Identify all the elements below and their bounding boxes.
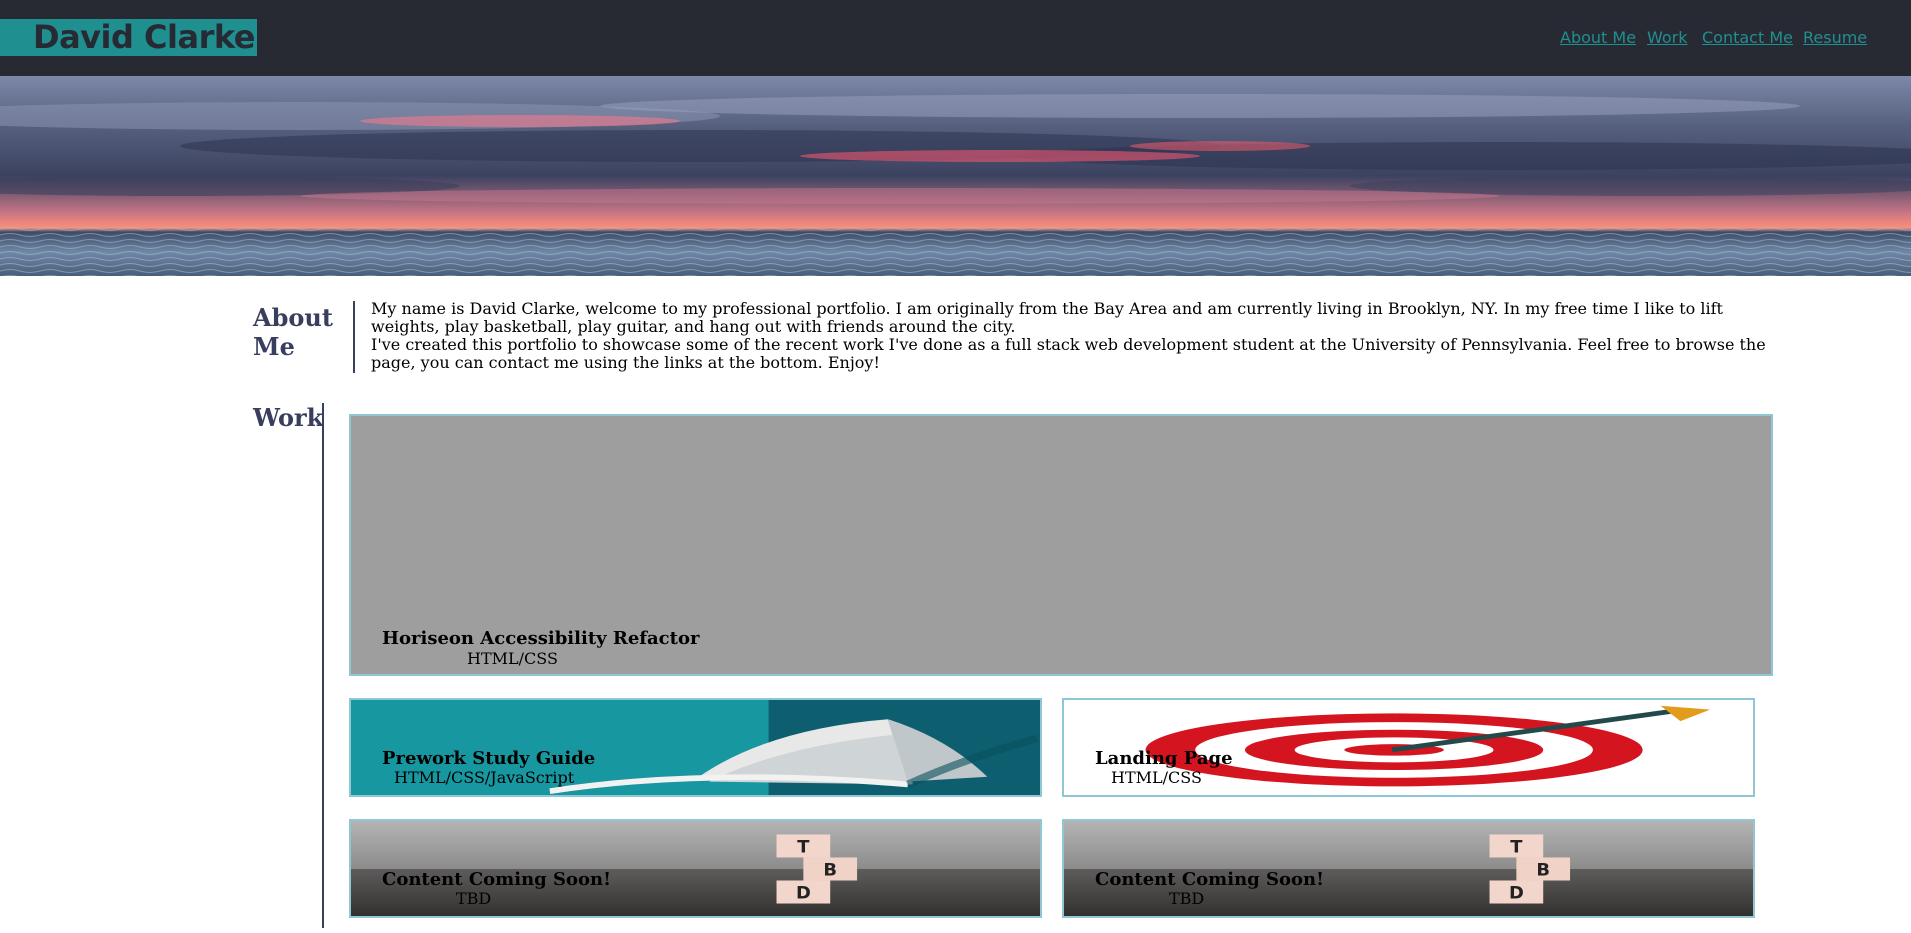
project-card-coming-soon-1[interactable]: T B D Content Coming Soon! TBD: [349, 819, 1042, 918]
about-me-text: My name is David Clarke, welcome to my p…: [371, 300, 1771, 372]
brand-banner: David Clarke: [0, 19, 257, 56]
work-divider: [322, 403, 324, 928]
project-card-landing-page[interactable]: Landing Page HTML/CSS: [1062, 698, 1755, 797]
nav-link-about-me[interactable]: About Me: [1560, 28, 1636, 47]
about-divider: [353, 301, 355, 373]
project-title: Prework Study Guide: [382, 748, 596, 769]
project-card-coming-soon-2[interactable]: T B D Content Coming Soon! TBD: [1062, 819, 1755, 918]
project-title: Content Coming Soon!: [382, 869, 612, 890]
nav-link-resume[interactable]: Resume: [1803, 28, 1867, 47]
site-header: David Clarke About Me Work Contact Me Re…: [0, 0, 1911, 76]
project-card-horiseon[interactable]: Horiseon Accessibility Refactor HTML/CSS: [349, 414, 1773, 676]
svg-text:B: B: [823, 861, 837, 881]
project-tech: HTML/CSS/JavaScript: [394, 768, 575, 787]
svg-text:D: D: [1509, 884, 1524, 904]
nav-link-contact-me[interactable]: Contact Me: [1702, 28, 1793, 47]
nav-link-work[interactable]: Work: [1647, 28, 1688, 47]
project-tech: TBD: [456, 889, 492, 908]
project-title: Landing Page: [1095, 748, 1233, 769]
svg-text:T: T: [797, 838, 809, 858]
about-me-heading: About Me: [253, 303, 333, 361]
about-paragraph-1: My name is David Clarke, welcome to my p…: [371, 299, 1723, 336]
about-paragraph-2: I've created this portfolio to showcase …: [371, 335, 1766, 372]
svg-text:T: T: [1510, 838, 1522, 858]
project-tech: TBD: [1169, 889, 1205, 908]
project-title: Content Coming Soon!: [1095, 869, 1325, 890]
svg-text:B: B: [1536, 861, 1550, 881]
hero-sunset-ocean-image: [0, 76, 1911, 276]
project-tech: HTML/CSS: [467, 649, 558, 668]
site-title: David Clarke: [33, 18, 255, 56]
project-title: Horiseon Accessibility Refactor: [382, 628, 700, 649]
project-tech: HTML/CSS: [1111, 768, 1202, 787]
project-card-prework-study-guide[interactable]: Prework Study Guide HTML/CSS/JavaScript: [349, 698, 1042, 797]
work-heading: Work: [253, 403, 324, 432]
svg-text:D: D: [796, 884, 811, 904]
